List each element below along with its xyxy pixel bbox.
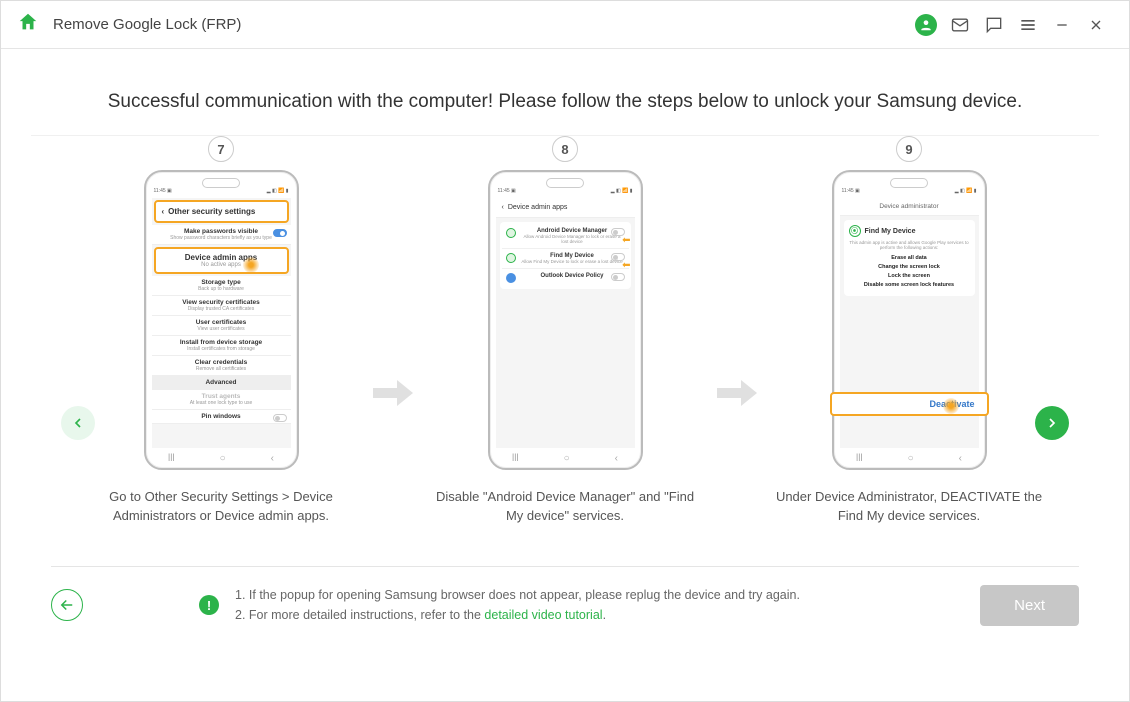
toggle-icon <box>273 229 287 237</box>
close-button[interactable] <box>1079 8 1113 42</box>
row-title: Outlook Device Policy <box>520 273 625 279</box>
phone-mockup-7: 11:45 ▣▂ ◧ 📶 ▮ ‹ Other security settings… <box>144 170 299 470</box>
row-title: Clear credentials <box>158 359 285 366</box>
step-caption: Go to Other Security Settings > Device A… <box>81 488 361 526</box>
row-sub: Display trusted CA certificates <box>158 306 285 312</box>
chevron-left-icon: ‹ <box>502 204 504 211</box>
highlight-sub: No active apps <box>162 262 281 268</box>
bullet: Lock the screen <box>849 273 970 279</box>
row-title: Make passwords visible <box>158 228 285 235</box>
minimize-button[interactable] <box>1045 8 1079 42</box>
page-title: Remove Google Lock (FRP) <box>53 16 241 33</box>
bullet: Erase all data <box>849 255 970 261</box>
step-8: 8 11:45 ▣▂ ◧ 📶 ▮ ‹Device admin apps Andr… <box>425 136 705 526</box>
chevron-left-icon: ‹ <box>162 207 165 216</box>
footer-notes: 1. If the popup for opening Samsung brow… <box>235 585 800 625</box>
step-badge: 9 <box>896 136 922 162</box>
note-2: 2. For more detailed instructions, refer… <box>235 605 800 625</box>
step-caption: Under Device Administrator, DEACTIVATE t… <box>769 488 1049 526</box>
find-device-icon <box>506 253 516 263</box>
row-sub: At least one lock type to use <box>158 400 285 406</box>
titlebar: Remove Google Lock (FRP) <box>1 1 1129 49</box>
tap-indicator-icon <box>943 398 959 414</box>
row-sub: Remove all certificates <box>158 366 285 372</box>
row-sub: Back up to hardware <box>158 286 285 292</box>
card-desc: This admin app is active and allows Goog… <box>849 240 970 250</box>
step-caption: Disable "Android Device Manager" and "Fi… <box>425 488 705 526</box>
arrow-right-icon <box>373 378 413 413</box>
screen-header: Device administrator <box>840 198 979 216</box>
bullet: Disable some screen lock features <box>849 282 970 288</box>
info-icon: ! <box>199 595 219 615</box>
feedback-icon[interactable] <box>977 8 1011 42</box>
row-title: Install from device storage <box>158 339 285 346</box>
next-button[interactable]: Next <box>980 585 1079 626</box>
row-sub: View user certificates <box>158 326 285 332</box>
home-icon[interactable] <box>17 11 39 38</box>
row-title: Advanced <box>158 379 285 386</box>
steps-content: 7 11:45 ▣▂ ◧ 📶 ▮ ‹ Other security settin… <box>1 136 1129 526</box>
arrow-indicator-icon: ⬅ <box>622 235 630 246</box>
toggle-icon <box>611 273 625 281</box>
step-7: 7 11:45 ▣▂ ◧ 📶 ▮ ‹ Other security settin… <box>81 136 361 526</box>
note-2-suffix: . <box>603 608 606 622</box>
tap-indicator-icon <box>243 257 259 273</box>
find-device-icon: ⦿ <box>849 225 861 237</box>
card-title: Find My Device <box>865 228 916 235</box>
row-title: Pin windows <box>158 413 285 420</box>
step-9: 9 11:45 ▣▂ ◧ 📶 ▮ Device administrator ⦿ … <box>769 136 1049 526</box>
footer: ! 1. If the popup for opening Samsung br… <box>1 567 1129 654</box>
row-title: User certificates <box>158 319 285 326</box>
row-title: Trust agents <box>158 393 285 400</box>
highlighted-item: Device admin apps No active apps <box>154 247 289 274</box>
toggle-icon <box>273 414 287 422</box>
note-1: 1. If the popup for opening Samsung brow… <box>235 585 800 605</box>
row-sub: Allow Find My Device to lock or erase a … <box>520 259 625 264</box>
row-title: Storage type <box>158 279 285 286</box>
row-sub: Install certificates from storage <box>158 346 285 352</box>
mail-icon[interactable] <box>943 8 977 42</box>
highlighted-action-bar: Deactivate <box>830 392 989 416</box>
row-sub: Allow Android Device Manager to lock or … <box>520 234 625 244</box>
bullet: Change the screen lock <box>849 264 970 270</box>
step-badge: 7 <box>208 136 234 162</box>
back-button[interactable] <box>51 589 83 621</box>
outlook-icon <box>506 273 516 283</box>
android-icon <box>506 228 516 238</box>
arrow-right-icon <box>717 378 757 413</box>
menu-icon[interactable] <box>1011 8 1045 42</box>
row-title: View security certificates <box>158 299 285 306</box>
highlight-title: Device admin apps <box>162 253 281 262</box>
headline: Successful communication with the comput… <box>1 49 1129 135</box>
note-2-prefix: 2. For more detailed instructions, refer… <box>235 608 484 622</box>
row-sub: Show password characters briefly as you … <box>158 235 285 241</box>
phone-mockup-8: 11:45 ▣▂ ◧ 📶 ▮ ‹Device admin apps Androi… <box>488 170 643 470</box>
screen-header: Device admin apps <box>508 204 568 211</box>
tutorial-link[interactable]: detailed video tutorial <box>484 608 602 622</box>
phone-mockup-9: 11:45 ▣▂ ◧ 📶 ▮ Device administrator ⦿ Fi… <box>832 170 987 470</box>
screen-header: Other security settings <box>168 207 255 216</box>
step-badge: 8 <box>552 136 578 162</box>
account-icon[interactable] <box>909 8 943 42</box>
